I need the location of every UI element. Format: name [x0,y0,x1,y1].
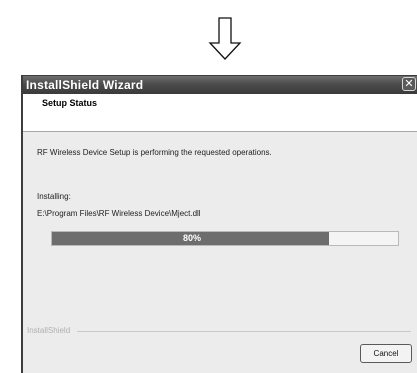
current-file-path: E:\Program Files\RF Wireless Device\Mjec… [37,209,201,218]
status-message: RF Wireless Device Setup is performing t… [37,148,272,157]
close-button[interactable]: ✕ [402,77,416,91]
installing-label: Installing: [37,192,71,201]
down-arrow-icon [208,17,242,60]
divider-line [77,331,411,332]
window-title: InstallShield Wizard [26,78,144,92]
header-panel: Setup Status [23,94,417,132]
progress-bar: 80% [51,231,399,246]
page-title: Setup Status [42,98,98,108]
page: InstallShield Wizard ✕ Setup Status RF W… [0,0,417,373]
close-icon: ✕ [404,78,414,90]
installshield-dialog: InstallShield Wizard ✕ Setup Status RF W… [21,75,417,373]
cancel-button[interactable]: Cancel [360,344,412,363]
title-bar[interactable]: InstallShield Wizard ✕ [23,76,417,94]
progress-percent-label: 80% [182,233,201,243]
footer-divider: InstallShield [25,326,417,336]
installshield-brand: InstallShield [27,326,71,335]
